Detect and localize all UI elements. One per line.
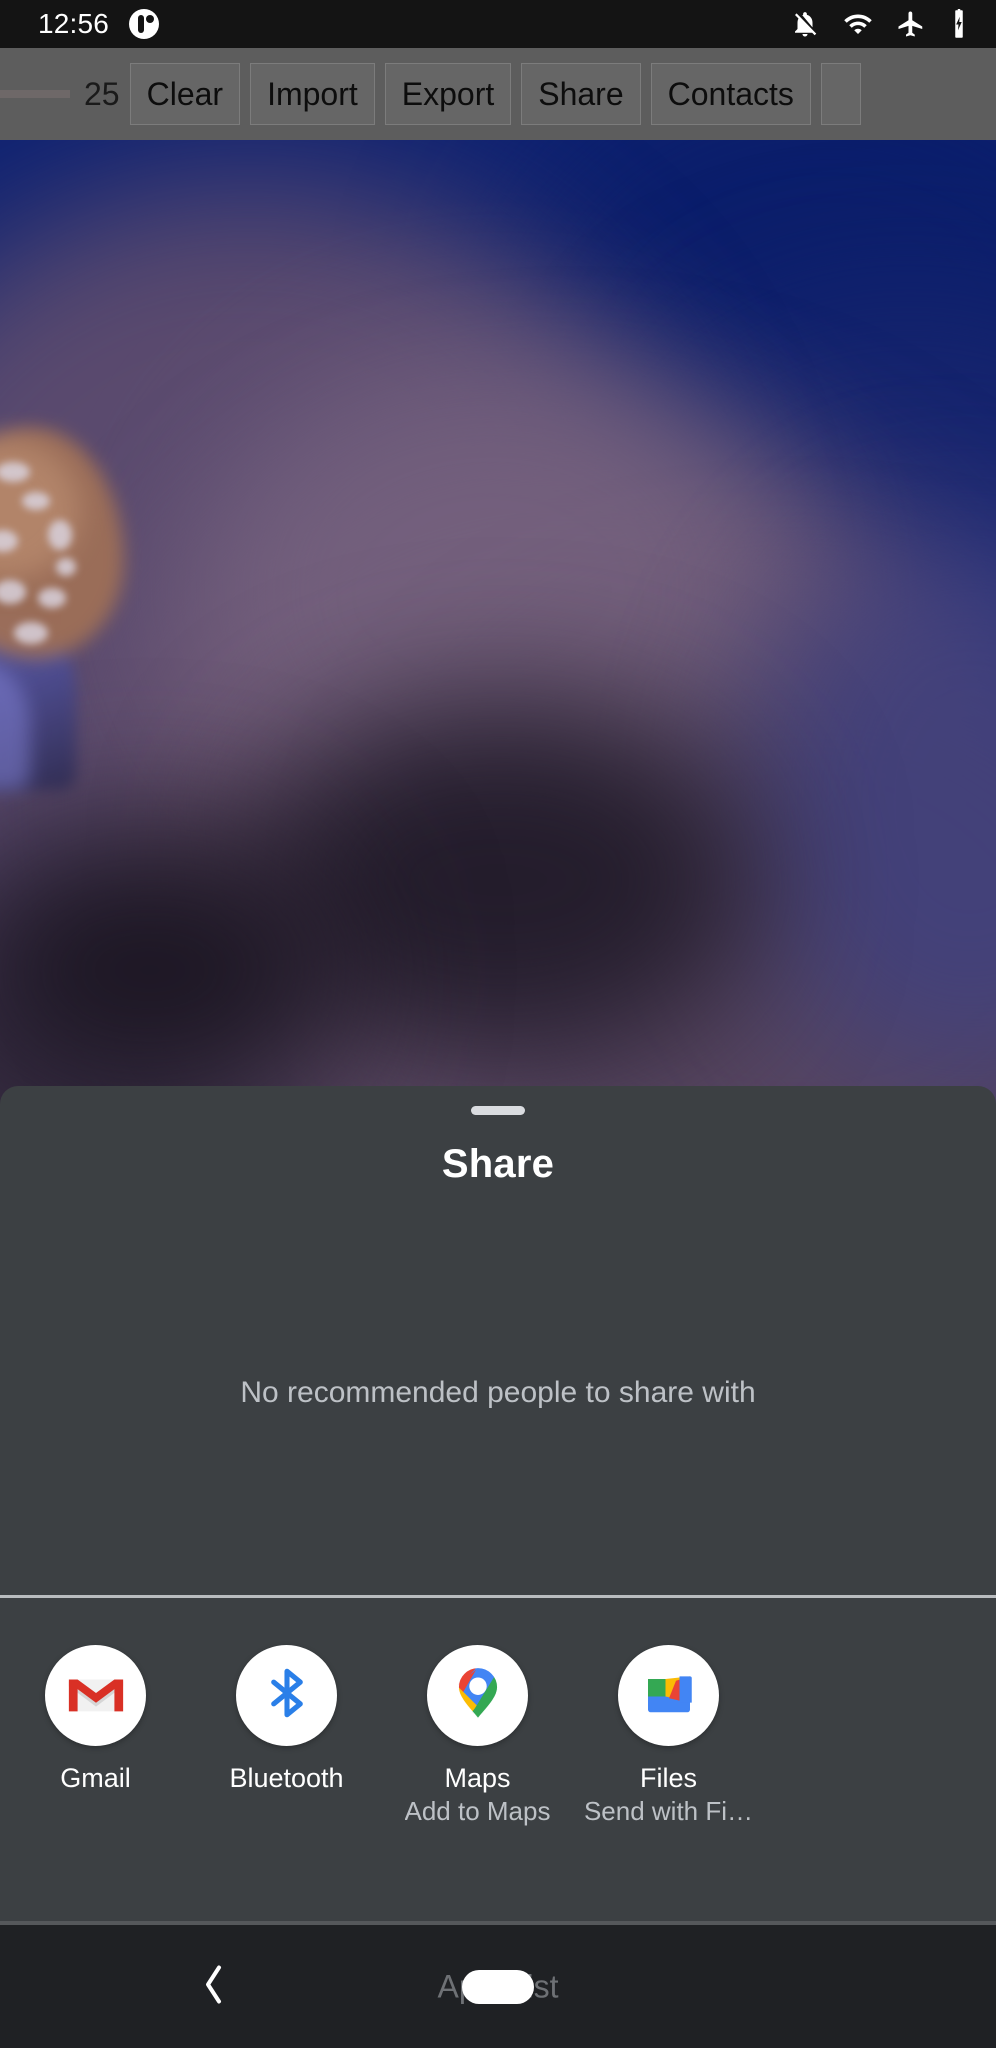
share-target-label: Bluetooth [229,1763,344,1793]
notifications-off-icon [790,9,820,39]
jellyfish-spot [56,558,76,576]
airplane-mode-icon [896,9,926,39]
files-by-google-icon [641,1665,697,1726]
share-target-gmail[interactable]: Gmail [0,1645,191,1797]
battery-charging-icon [948,9,970,39]
jellyfish-spot [14,622,48,644]
sheet-drag-handle[interactable] [471,1106,525,1115]
bluetooth-icon-container [236,1645,337,1746]
overflow-button[interactable] [820,63,861,125]
gmail-icon-container [45,1645,146,1746]
share-target-label: Gmail [60,1763,131,1793]
bluetooth-icon [258,1664,316,1727]
status-bar-icons [790,9,970,39]
files-icon-container [618,1645,719,1746]
share-target-files[interactable]: Files Send with Fi… [573,1645,764,1826]
navigation-bar: Apps list [0,1925,996,2048]
jellyfish-spot [38,588,66,608]
toolbar-count-label: 25 [84,75,120,112]
share-bottom-sheet: Share No recommended people to share wit… [0,1086,996,1925]
share-target-sublabel: Send with Fi… [583,1797,754,1827]
status-bar-clock: 12:56 [38,8,110,39]
jellyfish-spot [22,492,50,510]
app-toolbar: 25 Clear Import Export Share Contacts [0,48,996,140]
share-target-label: Files [639,1763,697,1793]
wifi-icon [842,9,874,39]
app-notification-badge-icon [129,9,160,39]
home-pill[interactable] [462,1969,534,2004]
status-bar: 12:56 [0,0,996,48]
share-target-bluetooth[interactable]: Bluetooth [191,1645,382,1797]
export-button[interactable]: Export [384,63,512,125]
google-maps-pin-icon [447,1662,509,1729]
android-screen: 12:56 25 Clear Import Export Share Conta… [0,0,996,2048]
share-target-label: Maps [444,1763,511,1793]
import-button[interactable]: Import [250,63,375,125]
share-button[interactable]: Share [521,63,641,125]
contacts-button[interactable]: Contacts [650,63,811,125]
share-sheet-title: Share [441,1142,555,1186]
no-recommended-people-text: No recommended people to share with [240,1376,756,1409]
share-target-sublabel: Add to Maps [404,1797,551,1827]
clear-button[interactable]: Clear [129,63,241,125]
maps-icon-container [427,1645,528,1746]
share-target-maps[interactable]: Maps Add to Maps [382,1645,573,1826]
gmail-icon [65,1662,127,1729]
jellyfish-spot [48,520,72,550]
toolbar-progress-bar [0,90,70,98]
share-app-targets-row: Gmail Bluetooth Maps Add to Maps Files S… [0,1598,996,1925]
